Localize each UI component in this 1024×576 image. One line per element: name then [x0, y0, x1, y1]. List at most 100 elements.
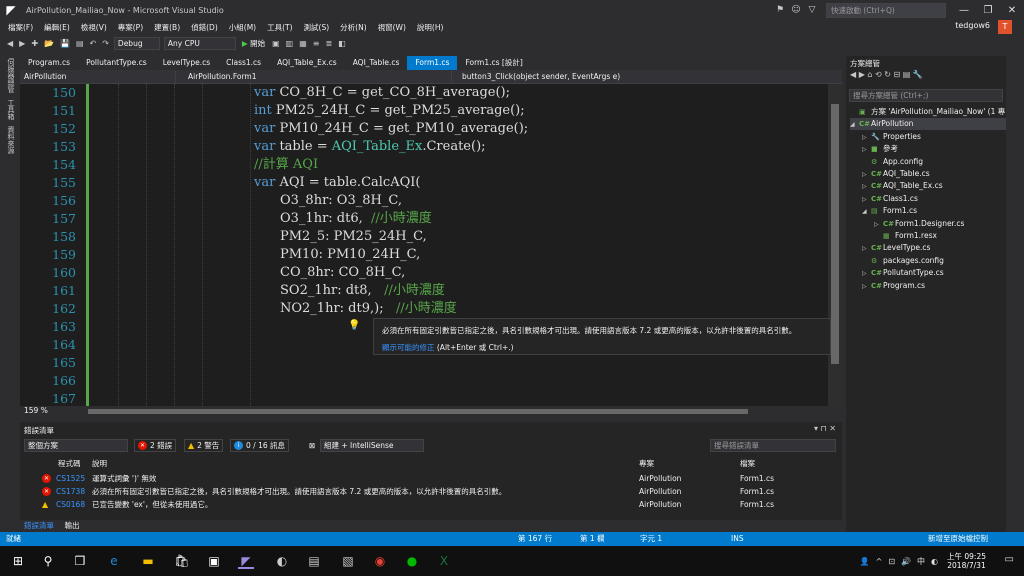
- add-to-source-control[interactable]: 新增至原始檔控制: [928, 532, 988, 546]
- menu-debug[interactable]: 偵錯(D): [191, 22, 218, 33]
- excel-icon[interactable]: X: [436, 553, 452, 569]
- notifications-icon[interactable]: ⚑: [772, 5, 788, 15]
- restore-button[interactable]: ❐: [976, 5, 1000, 16]
- edge-icon[interactable]: e: [106, 553, 122, 569]
- editor-tab[interactable]: Form1.cs [設計]: [457, 56, 530, 70]
- editor-tab[interactable]: Class1.cs: [218, 56, 269, 70]
- table-row[interactable]: ▲ CS0168 已宣告變數 'ex'，但從未使用過它。 AirPollution Fo…: [20, 498, 842, 511]
- save-icon[interactable]: 💾: [60, 39, 70, 48]
- quick-launch-input[interactable]: 快速啟動 (Ctrl+Q): [826, 2, 946, 18]
- table-row[interactable]: ✕ CS1738 必須在所有固定引數皆已指定之後，具名引數規格才可出現。請使用語言版…: [20, 485, 842, 498]
- save-all-icon[interactable]: ▤: [76, 39, 84, 48]
- expand-arrow-icon[interactable]: ◢: [850, 119, 859, 131]
- menu-edit[interactable]: 編輯(E): [44, 22, 70, 33]
- clock[interactable]: 上午 09:25 2018/7/31: [947, 552, 986, 570]
- menu-test[interactable]: 測試(S): [304, 22, 330, 33]
- scope-select[interactable]: 整個方案: [24, 439, 128, 452]
- error-code-link[interactable]: CS0168: [56, 498, 85, 511]
- menu-project[interactable]: 專案(P): [118, 22, 143, 33]
- editor-tab[interactable]: AQI_Table.cs: [345, 56, 408, 70]
- properties-icon[interactable]: 🔧: [913, 70, 923, 79]
- editor-tab[interactable]: Program.cs: [20, 56, 78, 70]
- visual-studio-icon[interactable]: ◤: [238, 553, 254, 569]
- tree-item[interactable]: ⚙ packages.config: [862, 255, 1006, 267]
- horizontal-scrollbar[interactable]: [88, 409, 748, 414]
- error-code-link[interactable]: CS1738: [56, 485, 85, 498]
- forward-icon[interactable]: ▶: [19, 39, 25, 48]
- tree-item[interactable]: ◢ ▤ Form1.cs: [862, 205, 1006, 217]
- app-icon-4[interactable]: ▧: [340, 553, 356, 569]
- tab-error-list[interactable]: 錯誤清單: [20, 520, 58, 531]
- tree-item[interactable]: ▷ C#PollutantType.cs: [862, 267, 1006, 279]
- feedback-icon[interactable]: ☺: [788, 5, 804, 15]
- close-button[interactable]: ✕: [1000, 5, 1024, 16]
- forward-icon[interactable]: ▶: [859, 70, 865, 79]
- app-icon-3[interactable]: ▤: [306, 553, 322, 569]
- menu-file[interactable]: 檔案(F): [8, 22, 33, 33]
- col-file[interactable]: 檔案: [740, 458, 755, 469]
- error-search-input[interactable]: 搜尋錯誤清單: [710, 439, 836, 452]
- toolbox-tab[interactable]: 工具箱: [6, 99, 16, 120]
- editor-tab[interactable]: LevelType.cs: [155, 56, 218, 70]
- solution-search-input[interactable]: 搜尋方案總管 (Ctrl+;): [849, 89, 1003, 102]
- platform-select[interactable]: Any CPU: [163, 37, 236, 50]
- expand-arrow-icon[interactable]: ▷: [862, 132, 871, 144]
- redo-icon[interactable]: ↷: [102, 39, 109, 48]
- build-filter-select[interactable]: 組建 + IntelliSense: [320, 439, 424, 452]
- file-explorer-icon[interactable]: ▬: [140, 553, 156, 569]
- data-sources-tab[interactable]: 資料來源: [6, 126, 16, 154]
- toolbar-icon-1[interactable]: ▣: [272, 39, 280, 48]
- expand-arrow-icon[interactable]: ▷: [874, 219, 883, 231]
- menu-analyze[interactable]: 分析(N): [340, 22, 366, 33]
- tree-item[interactable]: ⚙ App.config: [862, 156, 1006, 168]
- show-all-icon[interactable]: ▤: [903, 70, 911, 79]
- code-editor[interactable]: 150 var CO_8H_C = get_CO_8H_average(); 151…: [20, 84, 842, 406]
- editor-tab[interactable]: Form1.cs: [407, 56, 458, 70]
- table-row[interactable]: ✕ CS1525 運算式詞彙 ')' 無效 AirPollution Form1.cs: [20, 472, 842, 485]
- editor-tab[interactable]: PollutantType.cs: [78, 56, 155, 70]
- tree-item[interactable]: ▣ 方案 'AirPollution_Mailiao_Now' (1 專: [850, 106, 1006, 118]
- tree-item[interactable]: ▷ C#AQI_Table.cs: [862, 168, 1006, 180]
- messages-filter-button[interactable]: i0 / 16 訊息: [230, 439, 289, 452]
- menu-help[interactable]: 說明(H): [417, 22, 444, 33]
- class-select[interactable]: AirPollution.Form1: [176, 70, 452, 83]
- tree-item[interactable]: ▦ Form1.resx: [874, 230, 1006, 242]
- back-icon[interactable]: ◀: [850, 70, 856, 79]
- col-project[interactable]: 專案: [639, 458, 654, 469]
- store-icon[interactable]: 🛍: [174, 553, 190, 569]
- menu-window[interactable]: 視窗(W): [378, 22, 406, 33]
- tree-item[interactable]: ▷ 🔧 Properties: [862, 131, 1006, 143]
- bookmark-icon[interactable]: ◧: [338, 39, 346, 48]
- member-select[interactable]: button3_Click(object sender, EventArgs e…: [452, 71, 832, 83]
- undo-icon[interactable]: ↶: [90, 39, 97, 48]
- server-explorer-tab[interactable]: 伺服器總管: [6, 58, 16, 93]
- search-icon[interactable]: ⚲: [40, 553, 56, 569]
- configuration-select[interactable]: Debug: [113, 37, 160, 50]
- app-icon-2[interactable]: ◐: [274, 553, 290, 569]
- project-select[interactable]: AirPollution: [20, 70, 176, 83]
- ime-icon[interactable]: 中: [917, 556, 925, 567]
- volume-icon[interactable]: 🔊: [901, 557, 911, 566]
- comment-icon[interactable]: ≡: [313, 39, 320, 48]
- tree-item[interactable]: ▷ C#LevelType.cs: [862, 242, 1006, 254]
- tree-item[interactable]: ▷ C#Form1.Designer.cs: [874, 218, 1006, 230]
- expand-arrow-icon[interactable]: ◢: [862, 206, 871, 218]
- tree-item[interactable]: ▷ C#Class1.cs: [862, 193, 1006, 205]
- expand-arrow-icon[interactable]: ▷: [862, 243, 871, 255]
- menu-view[interactable]: 檢視(V): [81, 22, 107, 33]
- tab-output[interactable]: 輸出: [61, 520, 84, 531]
- menu-build[interactable]: 建置(B): [154, 22, 180, 33]
- person-icon[interactable]: 👤: [860, 557, 870, 566]
- col-code[interactable]: 程式碼: [58, 458, 81, 469]
- col-desc[interactable]: 說明: [92, 458, 107, 469]
- uncomment-icon[interactable]: ≣: [325, 39, 332, 48]
- app-icon-1[interactable]: ▣: [206, 553, 222, 569]
- tree-item[interactable]: ▷ ■ 參考: [862, 143, 1006, 155]
- scroll-thumb[interactable]: [831, 104, 839, 364]
- warnings-filter-button[interactable]: ▲ 2 警告: [184, 439, 224, 452]
- tree-item[interactable]: ▷ C#AQI_Table_Ex.cs: [862, 180, 1006, 192]
- ime-mode-icon[interactable]: ◐: [931, 557, 938, 566]
- windows-start-icon[interactable]: ⊞: [10, 553, 26, 569]
- user-name[interactable]: tedgow6: [955, 21, 990, 30]
- line-icon[interactable]: ●: [404, 553, 420, 569]
